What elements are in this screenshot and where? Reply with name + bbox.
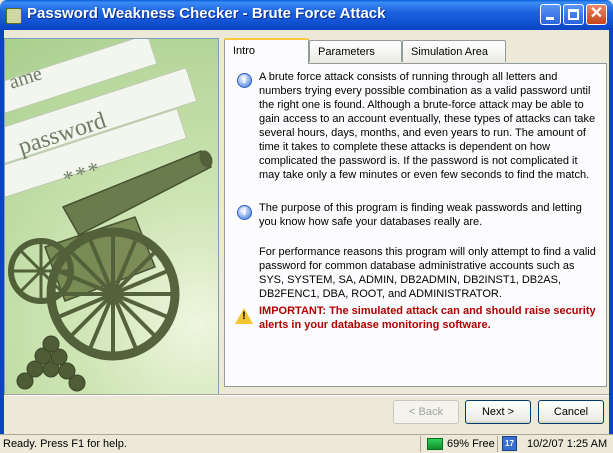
minimize-button[interactable] <box>540 4 561 25</box>
important-warning: IMPORTANT: The simulated attack can and … <box>259 305 596 331</box>
next-button[interactable]: Next > <box>465 400 531 424</box>
app-icon[interactable] <box>6 8 22 24</box>
status-separator <box>497 436 498 452</box>
back-button[interactable]: < Back <box>393 400 459 424</box>
calendar-icon: 17 <box>502 436 517 451</box>
status-text: Ready. Press F1 for help. <box>3 438 127 450</box>
tab-simulation-area[interactable]: Simulation Area <box>402 40 506 62</box>
divider <box>4 394 609 396</box>
title-bar[interactable]: Password Weakness Checker - Brute Force … <box>0 0 613 30</box>
tab-intro[interactable]: Intro <box>224 38 309 64</box>
warning-mark: ! <box>242 310 246 322</box>
status-separator <box>420 436 421 452</box>
illustration-panel: ame password *** <box>4 38 219 396</box>
intro-paragraph: A brute force attack consists of running… <box>259 71 596 181</box>
cannon-illustration <box>8 150 213 392</box>
info-icon: i <box>237 205 252 220</box>
tab-parameters[interactable]: Parameters <box>309 40 402 62</box>
performance-paragraph: For performance reasons this program wil… <box>259 246 596 300</box>
memory-status: 69% Free <box>447 438 495 450</box>
window-frame-right <box>609 30 613 434</box>
maximize-button[interactable] <box>563 4 584 25</box>
minimize-icon <box>546 17 554 20</box>
close-button[interactable]: ✕ <box>586 4 607 25</box>
close-icon: ✕ <box>589 5 604 22</box>
cancel-button[interactable]: Cancel <box>538 400 604 424</box>
memory-icon <box>427 438 443 450</box>
maximize-icon <box>568 9 579 20</box>
intro-panel: i A brute force attack consists of runni… <box>224 63 607 387</box>
status-bar: Ready. Press F1 for help. 69% Free 17 10… <box>0 434 613 453</box>
window-title: Password Weakness Checker - Brute Force … <box>27 5 386 22</box>
date-time: 10/2/07 1:25 AM <box>527 438 608 450</box>
info-icon: i <box>237 73 252 88</box>
purpose-paragraph: The purpose of this program is finding w… <box>259 202 582 228</box>
